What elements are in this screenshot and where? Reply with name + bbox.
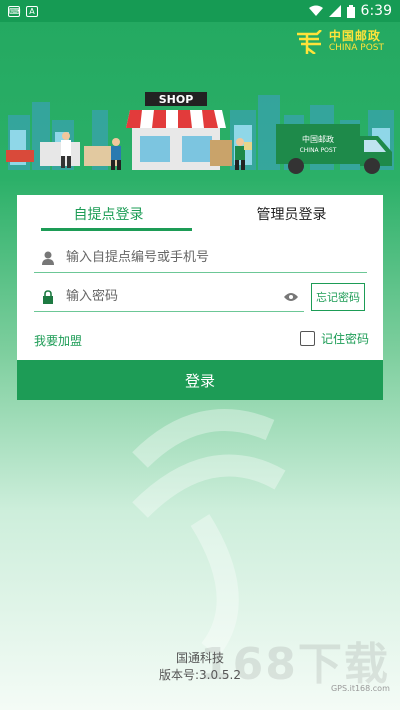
keyboard-icon: ⌨ xyxy=(8,5,21,17)
login-button[interactable]: 登录 xyxy=(17,360,383,400)
user-icon xyxy=(38,251,58,265)
background-watermark xyxy=(132,409,286,657)
shop-sign: SHOP xyxy=(159,93,194,106)
site-watermark-text: 168下载 xyxy=(200,639,390,690)
logo-cn: 中国邮政 xyxy=(328,29,381,43)
site-watermark: 168下载 GPS.it168.com xyxy=(200,628,390,693)
account-input[interactable] xyxy=(66,250,286,265)
remember-password[interactable]: 记住密码 xyxy=(300,330,369,347)
tab-pickup-login[interactable]: 自提点登录 xyxy=(17,195,200,233)
password-input[interactable] xyxy=(66,289,286,304)
post-emblem-icon xyxy=(296,30,322,54)
login-card: 自提点登录 管理员登录 忘记密码 我要加盟 记住密码 登录 xyxy=(17,195,383,400)
lock-icon xyxy=(38,289,58,304)
login-tabs: 自提点登录 管理员登录 xyxy=(17,195,383,233)
a-icon: A xyxy=(26,5,38,17)
battery-icon xyxy=(346,4,355,18)
account-field xyxy=(34,243,367,273)
eye-icon[interactable] xyxy=(284,287,298,306)
status-bar: ⌨ A 6:39 xyxy=(0,0,400,22)
china-post-logo: 中国邮政 CHINA POST xyxy=(295,30,384,54)
remember-label: 记住密码 xyxy=(321,332,370,346)
city-illustration: SHOP 中国邮政 CHINA POST xyxy=(6,92,394,174)
truck-label-en: CHINA POST xyxy=(300,147,337,154)
status-time: 6:39 xyxy=(360,3,392,19)
wifi-icon xyxy=(308,5,323,16)
join-link[interactable]: 我要加盟 xyxy=(34,332,82,349)
password-field xyxy=(34,282,304,312)
signal-icon xyxy=(328,5,341,17)
logo-en: CHINA POST xyxy=(328,43,384,53)
forgot-password-button[interactable]: 忘记密码 xyxy=(311,283,365,311)
tab-admin-login[interactable]: 管理员登录 xyxy=(200,195,383,233)
truck-label: 中国邮政 xyxy=(302,134,334,144)
remember-checkbox[interactable] xyxy=(300,331,315,346)
